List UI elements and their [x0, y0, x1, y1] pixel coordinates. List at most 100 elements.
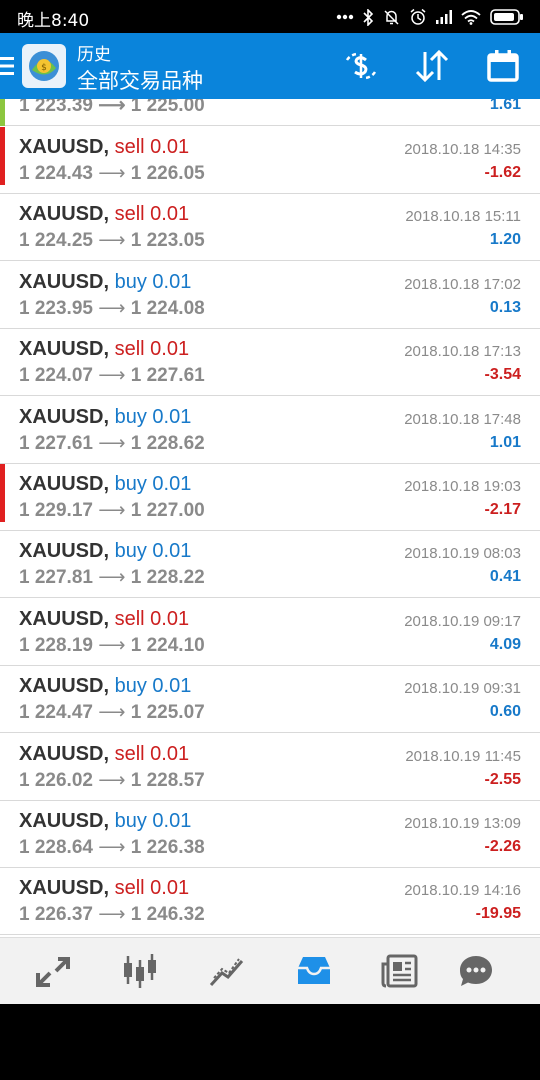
arrow-right-icon: ⟶: [92, 567, 131, 589]
trade-prices: 1 224.07 ⟶ 1 227.61: [19, 364, 205, 387]
trade-symbol: XAUUSD: [19, 742, 104, 765]
close-price: 1 226.38: [130, 837, 205, 858]
trade-title: XAUUSD, sell 0.01: [19, 203, 190, 226]
open-price: 1 223.95: [19, 297, 93, 319]
battery-icon: [490, 9, 524, 25]
row-accent-bar: [0, 99, 5, 126]
row-accent-bar: [0, 127, 5, 185]
list-item-partial[interactable]: 1 223.39 ⟶ 1 225.00 1.61: [0, 99, 540, 126]
arrow-right-icon: ⟶: [92, 769, 131, 791]
trade-side: sell: [114, 203, 145, 226]
nav-chat-icon[interactable]: [456, 952, 496, 990]
arrow-right-icon: ⟶: [92, 837, 131, 858]
trade-title: XAUUSD, buy 0.01: [19, 540, 192, 563]
trade-symbol: XAUUSD: [19, 810, 104, 832]
arrow-right-icon: ⟶: [92, 432, 131, 454]
list-item[interactable]: XAUUSD, buy 0.01 1 223.95 ⟶ 1 224.08 2018.…: [0, 261, 540, 329]
trade-profit: -2.26: [484, 838, 521, 855]
trade-volume: 0.01: [150, 338, 190, 361]
page-subtitle[interactable]: 全部交易品种: [77, 65, 203, 95]
trade-side: sell: [114, 877, 145, 900]
open-price: 1 228.19: [19, 634, 93, 656]
trade-history-list[interactable]: 1 223.39 ⟶ 1 225.00 1.61 XAUUSD, sell 0.…: [0, 99, 540, 937]
nav-trade-icon[interactable]: [207, 952, 247, 990]
nav-chart-icon[interactable]: [120, 952, 160, 990]
status-time: 晚上8:40: [17, 11, 90, 31]
trade-profit: 0.60: [489, 703, 521, 721]
list-item[interactable]: XAUUSD, sell 0.01 1 226.37 ⟶ 1 246.32 2018…: [0, 868, 540, 936]
sort-button[interactable]: [412, 47, 452, 85]
list-item[interactable]: XAUUSD, buy 0.01 1 229.17 ⟶ 1 227.00 2018.…: [0, 464, 540, 531]
trade-side: sell: [114, 742, 145, 765]
app-bar: $ 历史 全部交易品种: [0, 33, 540, 99]
trade-datetime: 2018.10.18 19:03: [404, 478, 521, 495]
trade-title: XAUUSD, buy 0.01: [19, 473, 192, 495]
trade-volume: 0.01: [152, 270, 192, 293]
trade-side: buy: [114, 473, 147, 495]
nav-news-icon[interactable]: [380, 952, 420, 990]
trade-prices: 1 223.39 ⟶ 1 225.00: [19, 99, 205, 116]
trade-datetime: 2018.10.19 14:16: [404, 882, 521, 900]
trade-volume: 0.01: [150, 877, 190, 900]
currency-toggle-button[interactable]: [341, 47, 381, 85]
list-item[interactable]: XAUUSD, sell 0.01 1 224.43 ⟶ 1 226.05 2018…: [0, 127, 540, 194]
trade-symbol: XAUUSD: [19, 540, 104, 563]
trade-title: XAUUSD, sell 0.01: [19, 136, 190, 158]
trade-title: XAUUSD, sell 0.01: [19, 607, 190, 630]
more-dots-icon: [336, 14, 354, 20]
trade-side: sell: [114, 136, 145, 158]
trade-title: XAUUSD, buy 0.01: [19, 405, 192, 428]
trade-profit: 4.09: [489, 635, 521, 653]
trade-profit: -2.17: [484, 501, 521, 518]
trade-prices: 1 228.64 ⟶ 1 226.38: [19, 836, 205, 859]
nav-history-icon[interactable]: [294, 952, 334, 990]
close-price: 1 226.05: [130, 163, 205, 184]
trade-prices: 1 227.81 ⟶ 1 228.22: [19, 566, 205, 589]
trade-side: buy: [114, 810, 147, 832]
list-item[interactable]: XAUUSD, buy 0.01 1 227.61 ⟶ 1 228.62 2018.…: [0, 396, 540, 464]
trade-datetime: 2018.10.19 09:17: [404, 612, 521, 630]
trade-volume: 0.01: [152, 473, 192, 495]
page-title: 历史: [77, 45, 111, 65]
arrow-right-icon: ⟶: [92, 163, 131, 184]
trade-side: sell: [114, 338, 145, 361]
list-item[interactable]: XAUUSD, sell 0.01 1 224.07 ⟶ 1 227.61 2018…: [0, 329, 540, 397]
trade-title: XAUUSD, sell 0.01: [19, 877, 190, 900]
list-item[interactable]: XAUUSD, buy 0.01 1 224.47 ⟶ 1 225.07 2018.…: [0, 666, 540, 734]
trade-profit: 1.61: [489, 99, 521, 113]
trade-side: buy: [114, 270, 147, 293]
trade-profit: 1.20: [489, 231, 521, 249]
trade-symbol: XAUUSD: [19, 675, 104, 698]
open-price: 1 224.07: [19, 365, 93, 387]
trade-profit: -19.95: [475, 905, 521, 923]
trade-volume: 0.01: [152, 810, 192, 832]
list-item[interactable]: XAUUSD, sell 0.01 1 226.02 ⟶ 1 228.57 2018…: [0, 733, 540, 801]
menu-icon[interactable]: [0, 55, 14, 77]
list-item[interactable]: XAUUSD, sell 0.01 1 228.19 ⟶ 1 224.10 2018…: [0, 598, 540, 666]
list-item[interactable]: XAUUSD, buy 0.01 1 227.81 ⟶ 1 228.22 2018.…: [0, 531, 540, 599]
trade-side: sell: [114, 607, 145, 630]
arrow-right-icon: ⟶: [92, 365, 131, 387]
trade-title: XAUUSD, buy 0.01: [19, 270, 192, 293]
open-price: 1 224.47: [19, 702, 93, 724]
trade-prices: 1 223.95 ⟶ 1 224.08: [19, 297, 205, 320]
app-logo-icon: $: [22, 44, 66, 88]
list-item[interactable]: XAUUSD, buy 0.01 1 228.64 ⟶ 1 226.38 2018.…: [0, 801, 540, 868]
trade-volume: 0.01: [152, 540, 192, 563]
nav-quotes-icon[interactable]: [34, 952, 74, 990]
trade-volume: 0.01: [150, 203, 190, 226]
list-item[interactable]: XAUUSD, sell 0.01 1 224.25 ⟶ 1 223.05 2018…: [0, 194, 540, 262]
trade-title: XAUUSD, sell 0.01: [19, 742, 190, 765]
trade-prices: 1 226.02 ⟶ 1 228.57: [19, 769, 205, 792]
trade-datetime: 2018.10.19 11:45: [405, 747, 521, 765]
system-bar-area: [0, 1004, 540, 1080]
open-price: 1 228.64: [19, 837, 93, 858]
trade-volume: 0.01: [150, 607, 190, 630]
trade-datetime: 2018.10.19 13:09: [404, 815, 521, 832]
trade-profit: 0.13: [489, 298, 521, 316]
trade-profit: 1.01: [489, 433, 521, 451]
close-price: 1 246.32: [130, 904, 205, 926]
calendar-button[interactable]: [483, 47, 523, 85]
status-icons: [336, 6, 524, 28]
trade-profit: -1.62: [484, 164, 521, 181]
